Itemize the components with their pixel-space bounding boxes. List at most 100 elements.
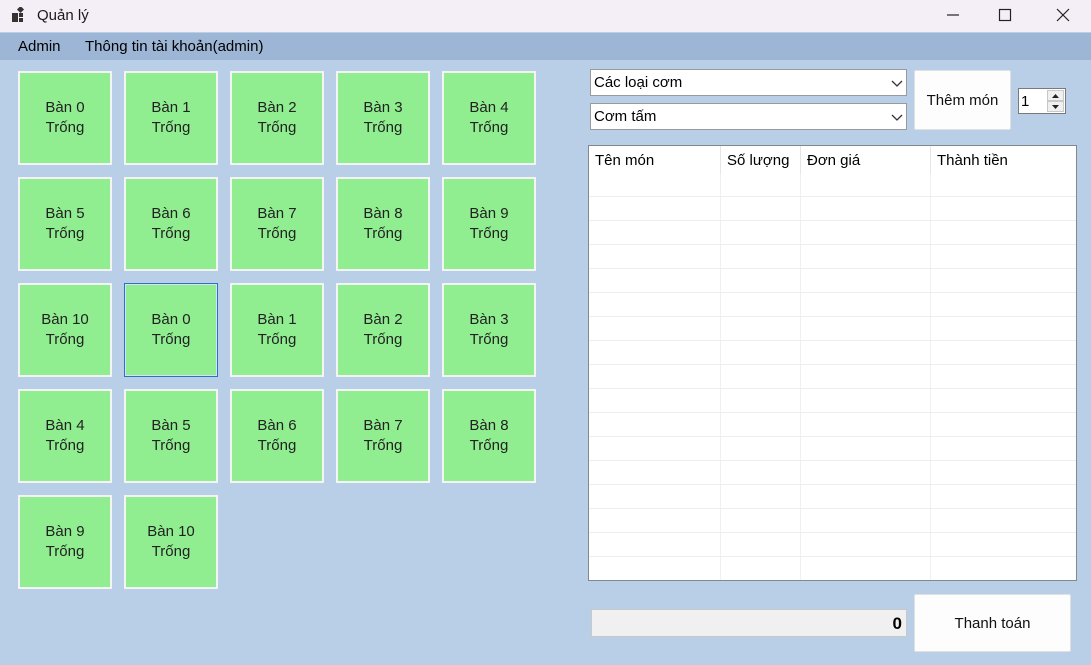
table-status: Trống (257, 331, 297, 348)
column-header-unit-price[interactable]: Đơn giá (801, 146, 931, 174)
table-button[interactable]: Bàn 7 Trống (230, 177, 324, 271)
table-name: Bàn 4 (45, 417, 85, 434)
close-button[interactable] (1035, 0, 1091, 30)
menu-admin[interactable]: Admin (18, 38, 61, 55)
table-status: Trống (469, 437, 509, 454)
grid-line (589, 412, 1076, 413)
table-status: Trống (151, 119, 191, 136)
table-button[interactable]: Bàn 6 Trống (124, 177, 218, 271)
grid-line (589, 244, 1076, 245)
minimize-icon (947, 14, 959, 16)
table-status: Trống (151, 331, 191, 348)
table-name: Bàn 3 (363, 99, 403, 116)
grid-line (930, 174, 931, 580)
grid-line (589, 460, 1076, 461)
table-button[interactable]: Bàn 5 Trống (18, 177, 112, 271)
table-button[interactable]: Bàn 6 Trống (230, 389, 324, 483)
table-status: Trống (363, 437, 403, 454)
menu-bar: Admin Thông tin tài khoản(admin) (0, 33, 1091, 60)
table-name: Bàn 7 (257, 205, 297, 222)
column-header-food-name[interactable]: Tên món (589, 146, 721, 174)
table-status: Trống (363, 331, 403, 348)
table-button-selected[interactable]: Bàn 0 Trống (124, 283, 218, 377)
table-name: Bàn 6 (151, 205, 191, 222)
bill-listview[interactable]: Tên món Số lượng Đơn giá Thành tiền (588, 145, 1077, 581)
table-button[interactable]: Bàn 7 Trống (336, 389, 430, 483)
table-status: Trống (363, 119, 403, 136)
table-name: Bàn 1 (151, 99, 191, 116)
table-name: Bàn 8 (469, 417, 509, 434)
table-button[interactable]: Bàn 10 Trống (124, 495, 218, 589)
listview-header: Tên món Số lượng Đơn giá Thành tiền (589, 146, 1076, 174)
table-name: Bàn 2 (257, 99, 297, 116)
table-name: Bàn 5 (45, 205, 85, 222)
grid-line (589, 268, 1076, 269)
caret-up-icon (1052, 93, 1059, 98)
table-button[interactable]: Bàn 1 Trống (230, 283, 324, 377)
table-name: Bàn 2 (363, 311, 403, 328)
table-button[interactable]: Bàn 9 Trống (18, 495, 112, 589)
table-status: Trống (257, 119, 297, 136)
table-button[interactable]: Bàn 2 Trống (336, 283, 430, 377)
table-name: Bàn 1 (257, 311, 297, 328)
table-status: Trống (45, 543, 85, 560)
window-title: Quản lý (37, 7, 89, 24)
increment-button[interactable] (1047, 90, 1064, 101)
category-value: Các loại cơm (594, 74, 683, 91)
table-status: Trống (45, 119, 85, 136)
table-button[interactable]: Bàn 1 Trống (124, 71, 218, 165)
grid-line (589, 196, 1076, 197)
table-name: Bàn 0 (45, 99, 85, 116)
table-button[interactable]: Bàn 8 Trống (336, 177, 430, 271)
table-status: Trống (469, 331, 509, 348)
grid-line (589, 364, 1076, 365)
table-status: Trống (45, 331, 85, 348)
chevron-down-icon (891, 114, 903, 121)
total-price-field: 0 (591, 609, 907, 637)
table-button[interactable]: Bàn 3 Trống (442, 283, 536, 377)
table-name: Bàn 9 (45, 523, 85, 540)
table-name: Bàn 8 (363, 205, 403, 222)
category-combobox[interactable]: Các loại cơm (590, 69, 907, 96)
grid-line (589, 316, 1076, 317)
table-status: Trống (45, 437, 85, 454)
decrement-button[interactable] (1047, 101, 1064, 112)
table-status: Trống (469, 119, 509, 136)
column-header-total[interactable]: Thành tiền (931, 146, 1076, 174)
table-button[interactable]: Bàn 10 Trống (18, 283, 112, 377)
add-food-button[interactable]: Thêm món (914, 70, 1011, 130)
grid-line (589, 556, 1076, 557)
table-button[interactable]: Bàn 4 Trống (442, 71, 536, 165)
grid-line (589, 340, 1076, 341)
table-button[interactable]: Bàn 4 Trống (18, 389, 112, 483)
quantity-stepper[interactable]: 1 (1018, 88, 1066, 114)
table-button[interactable]: Bàn 2 Trống (230, 71, 324, 165)
food-value: Cơm tấm (594, 108, 657, 125)
table-grid: Bàn 0 Trống Bàn 1 Trống Bàn 2 Trống Bàn 3 Tr… (18, 71, 558, 596)
maximize-icon (998, 8, 1012, 22)
column-header-quantity[interactable]: Số lượng (721, 146, 801, 174)
close-icon (1056, 8, 1070, 22)
grid-line (589, 436, 1076, 437)
grid-line (800, 174, 801, 580)
maximize-button[interactable] (977, 0, 1033, 30)
table-status: Trống (363, 225, 403, 242)
menu-account-info[interactable]: Thông tin tài khoản(admin) (85, 38, 263, 55)
table-name: Bàn 6 (257, 417, 297, 434)
table-button[interactable]: Bàn 9 Trống (442, 177, 536, 271)
table-name: Bàn 3 (469, 311, 509, 328)
table-button[interactable]: Bàn 8 Trống (442, 389, 536, 483)
grid-line (589, 484, 1076, 485)
table-status: Trống (151, 225, 191, 242)
table-status: Trống (257, 225, 297, 242)
table-name: Bàn 5 (151, 417, 191, 434)
table-name: Bàn 4 (469, 99, 509, 116)
table-button[interactable]: Bàn 5 Trống (124, 389, 218, 483)
title-bar: Quản lý (0, 0, 1091, 32)
food-combobox[interactable]: Cơm tấm (590, 103, 907, 130)
table-status: Trống (257, 437, 297, 454)
table-button[interactable]: Bàn 0 Trống (18, 71, 112, 165)
checkout-button[interactable]: Thanh toán (914, 594, 1071, 652)
minimize-button[interactable] (925, 0, 981, 30)
table-button[interactable]: Bàn 3 Trống (336, 71, 430, 165)
